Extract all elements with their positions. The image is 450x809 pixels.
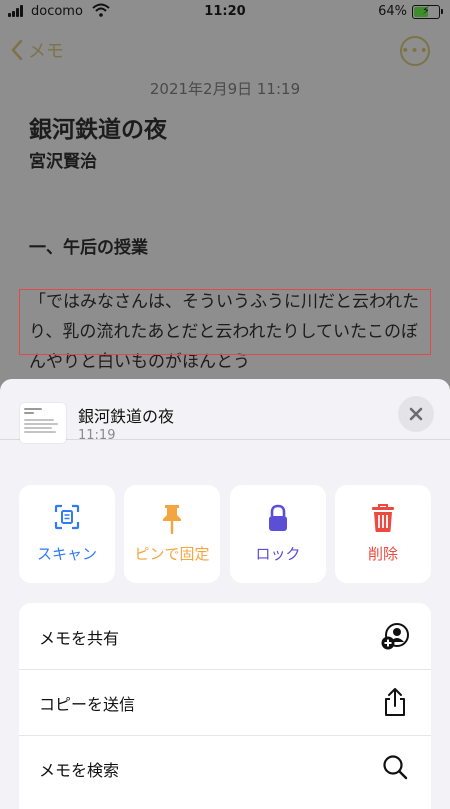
- action-sheet: 銀河鉄道の夜 11:19 スキャン ピンで固定 ロック 削除 メモを共有 コピー…: [0, 379, 450, 809]
- share-icon: [385, 688, 405, 716]
- person-add-icon: [381, 623, 409, 650]
- battery-percent: 64%: [378, 4, 407, 19]
- sheet-title: 銀河鉄道の夜: [78, 407, 175, 426]
- delete-button[interactable]: 削除: [335, 485, 431, 583]
- lock-button[interactable]: ロック: [230, 485, 326, 583]
- sheet-header: 銀河鉄道の夜 11:19: [0, 379, 450, 443]
- scan-label: スキャン: [36, 545, 97, 563]
- trash-icon: [372, 504, 394, 532]
- lock-icon: [269, 504, 287, 531]
- delete-label: 削除: [367, 545, 398, 563]
- note-author[interactable]: 宮沢賢治: [29, 147, 97, 172]
- pin-icon: [163, 505, 181, 535]
- quick-actions: スキャン ピンで固定 ロック 削除: [19, 485, 431, 583]
- search-note-row[interactable]: メモを検索: [19, 735, 431, 801]
- action-list: メモを共有 コピーを送信 メモを検索: [19, 603, 431, 809]
- search-icon: [383, 755, 408, 780]
- share-note-label: メモを共有: [39, 629, 120, 648]
- battery-icon: ⚡: [412, 4, 443, 19]
- pin-button[interactable]: ピンで固定: [124, 485, 220, 583]
- send-copy-label: コピーを送信: [39, 695, 136, 714]
- pin-label: ピンで固定: [134, 545, 210, 563]
- scan-button[interactable]: スキャン: [19, 485, 115, 583]
- note-date: 2021年2月9日 11:19: [149, 80, 301, 98]
- close-icon: [409, 407, 423, 421]
- note-thumbnail: [20, 403, 66, 443]
- lock-label: ロック: [255, 545, 301, 563]
- scan-icon: [54, 504, 80, 530]
- share-note-row[interactable]: メモを共有: [19, 603, 431, 670]
- search-note-label: メモを検索: [39, 761, 120, 780]
- ellipsis-circle-icon[interactable]: •••: [400, 36, 430, 66]
- chevron-left-icon: [11, 39, 23, 61]
- back-button[interactable]: メモ: [10, 37, 64, 63]
- status-bar: docomo 11:20 64% ⚡: [0, 0, 450, 24]
- note-heading[interactable]: 一、午后の授業: [29, 233, 148, 258]
- navigation-bar: メモ •••: [0, 32, 450, 68]
- selection-highlight: [19, 289, 431, 355]
- back-label: メモ: [28, 41, 64, 62]
- send-copy-row[interactable]: コピーを送信: [19, 669, 431, 736]
- sheet-time: 11:19: [78, 428, 116, 443]
- close-button[interactable]: [398, 396, 434, 432]
- note-title[interactable]: 銀河鉄道の夜: [29, 110, 167, 144]
